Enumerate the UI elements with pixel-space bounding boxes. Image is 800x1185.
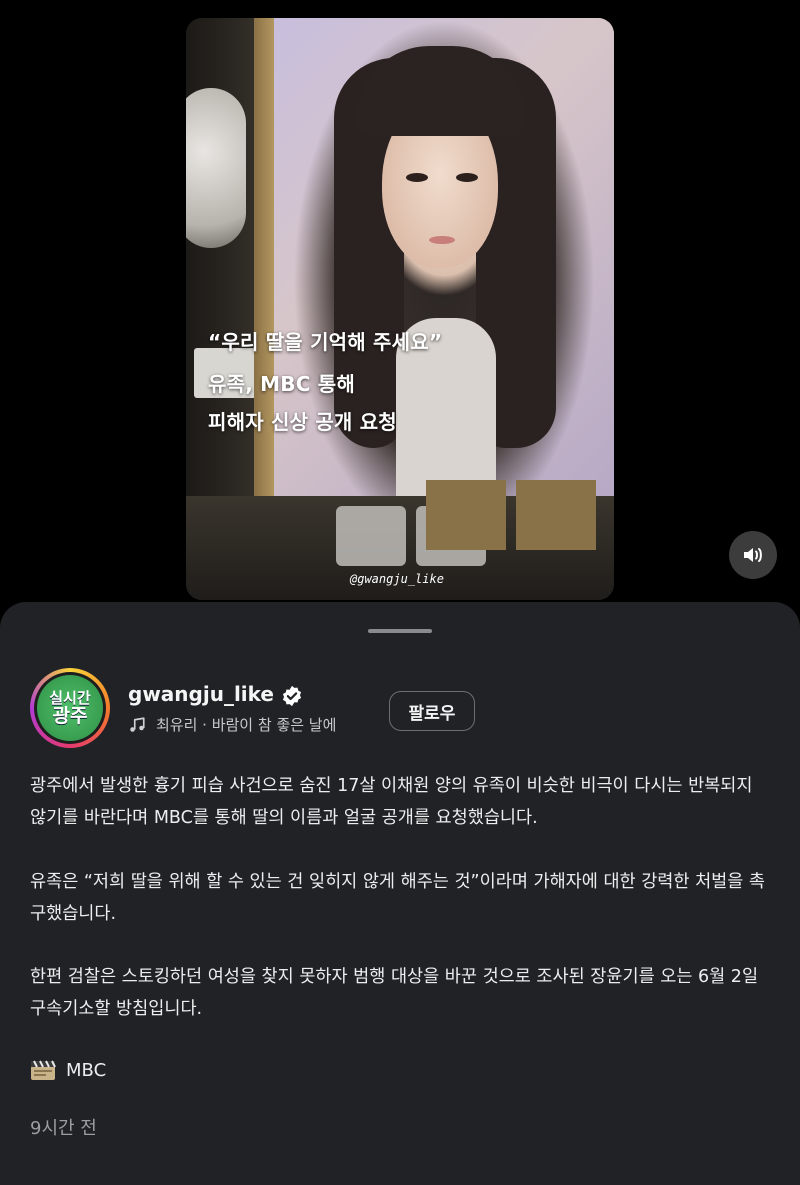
- speaker-icon: [744, 548, 762, 562]
- username[interactable]: gwangju_like: [128, 682, 274, 706]
- video-tray: [336, 506, 406, 566]
- source-label: MBC: [66, 1059, 107, 1081]
- post-timestamp: 9시간 전: [30, 1118, 97, 1139]
- caption-source: MBC: [30, 1058, 106, 1082]
- music-note-icon: [130, 716, 145, 732]
- video-plush-toy: [186, 88, 246, 248]
- video-watermark: @gwangju_like: [350, 572, 444, 586]
- video-overlay-line-3: 피해자 신상 공개 요청: [208, 410, 397, 434]
- portrait-lips: [429, 236, 455, 244]
- portrait-eye-right: [456, 173, 478, 182]
- avatar-logo-text-1: 실시간: [49, 688, 91, 707]
- music-label: 최유리 · 바람이 참 좋은 날에: [156, 716, 337, 734]
- portrait-eye-left: [406, 173, 428, 182]
- video-box: [426, 480, 506, 550]
- video-overlay-line-2: 유족, MBC 통해: [208, 372, 355, 396]
- follow-button[interactable]: 팔로우: [389, 691, 475, 731]
- avatar-logo: 실시간 광주: [37, 675, 103, 741]
- video-box: [516, 480, 596, 550]
- caption-paragraph-3: 한편 검찰은 스토킹하던 여성을 찾지 못하자 범행 대상을 바꾼 것으로 조사…: [30, 967, 759, 1019]
- post-details-sheet: 실시간 광주 gwangju_like 최유리 · 바람이 참 좋은 날에 팔로…: [0, 602, 800, 1185]
- reel-video[interactable]: [186, 18, 614, 600]
- sheet-drag-handle[interactable]: [368, 629, 432, 633]
- clapperboard-icon: [31, 1060, 56, 1080]
- music-info[interactable]: 최유리 · 바람이 참 좋은 날에: [128, 714, 336, 735]
- verified-badge-icon: [282, 685, 302, 707]
- caption-paragraph-1: 광주에서 발생한 흉기 피습 사건으로 숨진 17살 이채원 양의 유족이 비슷…: [30, 776, 753, 828]
- avatar-logo-text-2: 광주: [52, 704, 88, 727]
- sound-toggle-button[interactable]: [729, 531, 777, 579]
- video-overlay-line-1: “우리 딸을 기억해 주세요”: [208, 330, 443, 354]
- avatar[interactable]: 실시간 광주: [30, 668, 110, 748]
- caption-paragraph-2: 유족은 “저희 딸을 위해 할 수 있는 건 잊히지 않게 해주는 것”이라며 …: [30, 872, 766, 924]
